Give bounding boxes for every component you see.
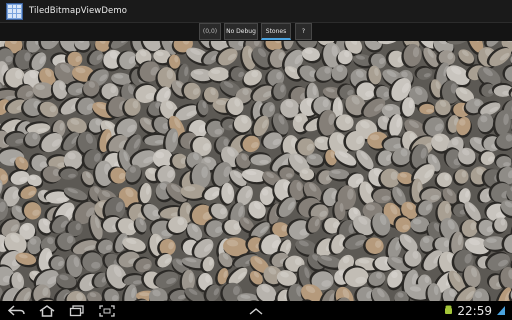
system-nav-bar: 22:59 (0, 301, 512, 320)
chevron-up-icon[interactable] (243, 303, 269, 318)
app-title: TiledBitmapViewDemo (29, 6, 128, 16)
action-bar: (0,0) No Debug Stones ? (0, 23, 512, 41)
screenshot-icon[interactable] (94, 303, 120, 318)
debug-toggle-button[interactable]: No Debug (224, 23, 258, 40)
tiles-grid-icon (6, 2, 23, 20)
wifi-signal-icon (496, 305, 506, 316)
home-icon[interactable] (34, 303, 60, 318)
android-notification-icon (444, 305, 453, 316)
status-area[interactable]: 22:59 (444, 302, 506, 319)
title-bar: TiledBitmapViewDemo (0, 0, 512, 23)
clock: 22:59 (457, 303, 492, 318)
coordinates-button[interactable]: (0,0) (199, 23, 221, 40)
bitmap-select-button[interactable]: Stones (261, 23, 291, 40)
tiled-bitmap-view[interactable] (0, 41, 512, 301)
back-arrow-icon[interactable] (4, 303, 30, 318)
stones-bitmap (0, 41, 512, 301)
recent-apps-icon[interactable] (64, 303, 90, 318)
help-button[interactable]: ? (295, 23, 312, 40)
